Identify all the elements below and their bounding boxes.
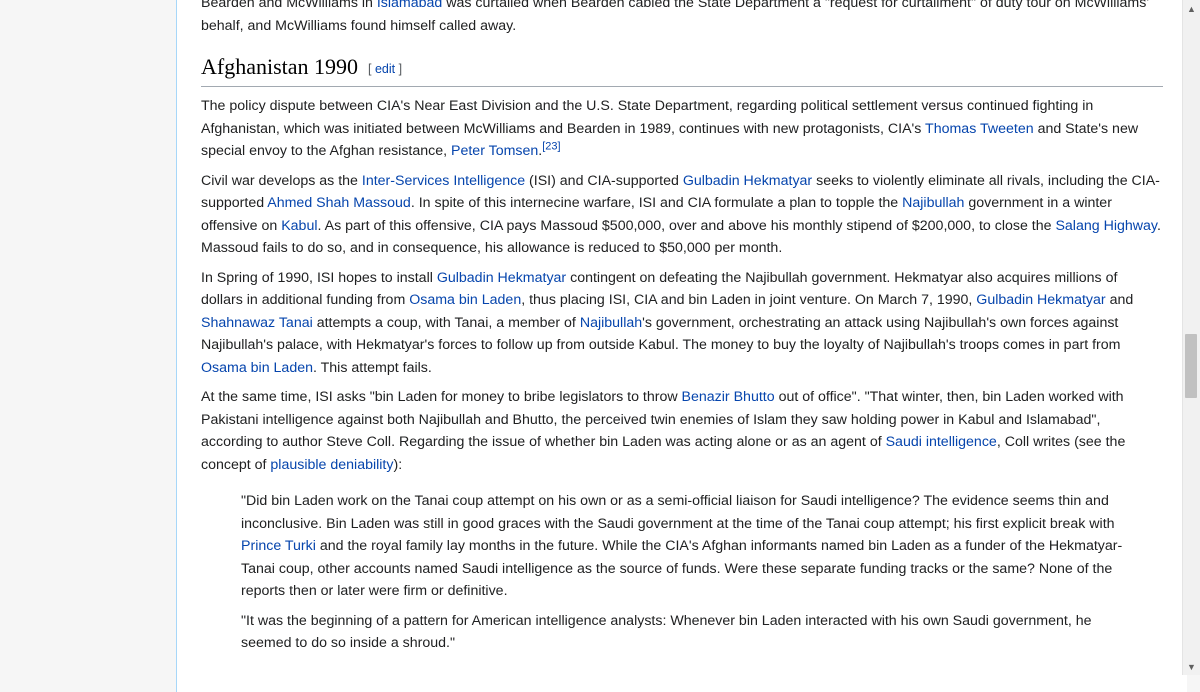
link-prince-turki[interactable]: Prince Turki <box>241 538 316 554</box>
text: "Did bin Laden work on the Tanai coup at… <box>241 493 1115 532</box>
scrollbar-thumb[interactable] <box>1185 334 1197 399</box>
text: "It was the beginning of a pattern for A… <box>241 612 1092 652</box>
edit-section-link[interactable]: edit <box>375 62 395 76</box>
paragraph-policy-dispute: The policy dispute between CIA's Near Ea… <box>201 95 1163 163</box>
text: . In spite of this internecine warfare, … <box>410 195 903 211</box>
section-heading: Afghanistan 1990 [ edit ] <box>201 52 1163 87</box>
link-gulbadin-hekmatyar[interactable]: Gulbadin Hekmatyar <box>976 292 1105 308</box>
link-najibullah[interactable]: Najibullah <box>902 195 964 211</box>
text: . As part of this offensive, CIA pays Ma… <box>317 217 1056 234</box>
link-thomas-tweeten[interactable]: Thomas Tweeten <box>925 121 1034 137</box>
reference-23[interactable]: [23] <box>542 140 560 152</box>
intro-fragment-paragraph: Bearden and McWilliams in Islamabad was … <box>201 0 1163 37</box>
link-gulbadin-hekmatyar[interactable]: Gulbadin Hekmatyar <box>437 270 566 286</box>
text: At the same time, ISI asks "bin Laden fo… <box>201 389 682 405</box>
link-kabul[interactable]: Kabul <box>281 218 317 234</box>
link-islamabad[interactable]: Islamabad <box>377 0 442 11</box>
text: In Spring of 1990, ISI hopes to install <box>201 269 437 286</box>
edit-section: [ edit ] <box>368 62 402 76</box>
text: and the royal family lay months in the f… <box>241 538 1123 599</box>
link-saudi-intelligence[interactable]: Saudi intelligence <box>886 434 997 450</box>
link-benazir-bhutto[interactable]: Benazir Bhutto <box>682 389 775 405</box>
article-body: Bearden and McWilliams in Islamabad was … <box>177 0 1163 655</box>
text: . This attempt fails. <box>313 359 432 376</box>
link-osama-bin-laden[interactable]: Osama bin Laden <box>409 292 521 308</box>
blockquote: "Did bin Laden work on the Tanai coup at… <box>241 490 1123 655</box>
link-peter-tomsen[interactable]: Peter Tomsen <box>451 143 538 159</box>
section-title: Afghanistan 1990 <box>201 54 359 79</box>
text: , thus placing ISI, CIA and bin Laden in… <box>521 292 977 308</box>
text: and <box>1105 292 1134 308</box>
text: ): <box>393 456 403 473</box>
vertical-scrollbar[interactable]: ▲ ▼ <box>1182 0 1200 675</box>
scroll-down-arrow-icon[interactable]: ▼ <box>1183 658 1200 675</box>
scroll-up-arrow-icon[interactable]: ▲ <box>1183 0 1200 17</box>
link-ahmed-shah-massoud[interactable]: Ahmed Shah Massoud <box>267 195 411 211</box>
text: attempts a coup, with Tanai, a member of <box>312 314 580 331</box>
link-salang-highway[interactable]: Salang Highway <box>1055 218 1156 234</box>
edit-bracket-open: [ <box>368 62 375 76</box>
text: (ISI) and CIA-supported <box>525 172 683 189</box>
link-plausible-deniability[interactable]: plausible deniability <box>270 457 393 473</box>
link-gulbadin-hekmatyar[interactable]: Gulbadin Hekmatyar <box>683 173 812 189</box>
link-najibullah[interactable]: Najibullah <box>580 315 642 331</box>
text: Civil war develops as the <box>201 172 362 189</box>
paragraph-spring-1990: In Spring of 1990, ISI hopes to install … <box>201 267 1163 380</box>
article-content: Bearden and McWilliams in Islamabad was … <box>176 0 1187 692</box>
paragraph-civil-war: Civil war develops as the Inter-Services… <box>201 170 1163 260</box>
edit-bracket-close: ] <box>395 62 403 76</box>
quote-paragraph-2: "It was the beginning of a pattern for A… <box>241 610 1123 655</box>
text: Bearden and McWilliams in <box>201 0 377 11</box>
link-inter-services-intelligence[interactable]: Inter-Services Intelligence <box>362 173 525 189</box>
link-osama-bin-laden[interactable]: Osama bin Laden <box>201 360 313 376</box>
quote-paragraph-1: "Did bin Laden work on the Tanai coup at… <box>241 490 1123 603</box>
link-shahnawaz-tanai[interactable]: Shahnawaz Tanai <box>201 315 313 331</box>
paragraph-same-time: At the same time, ISI asks "bin Laden fo… <box>201 386 1163 476</box>
